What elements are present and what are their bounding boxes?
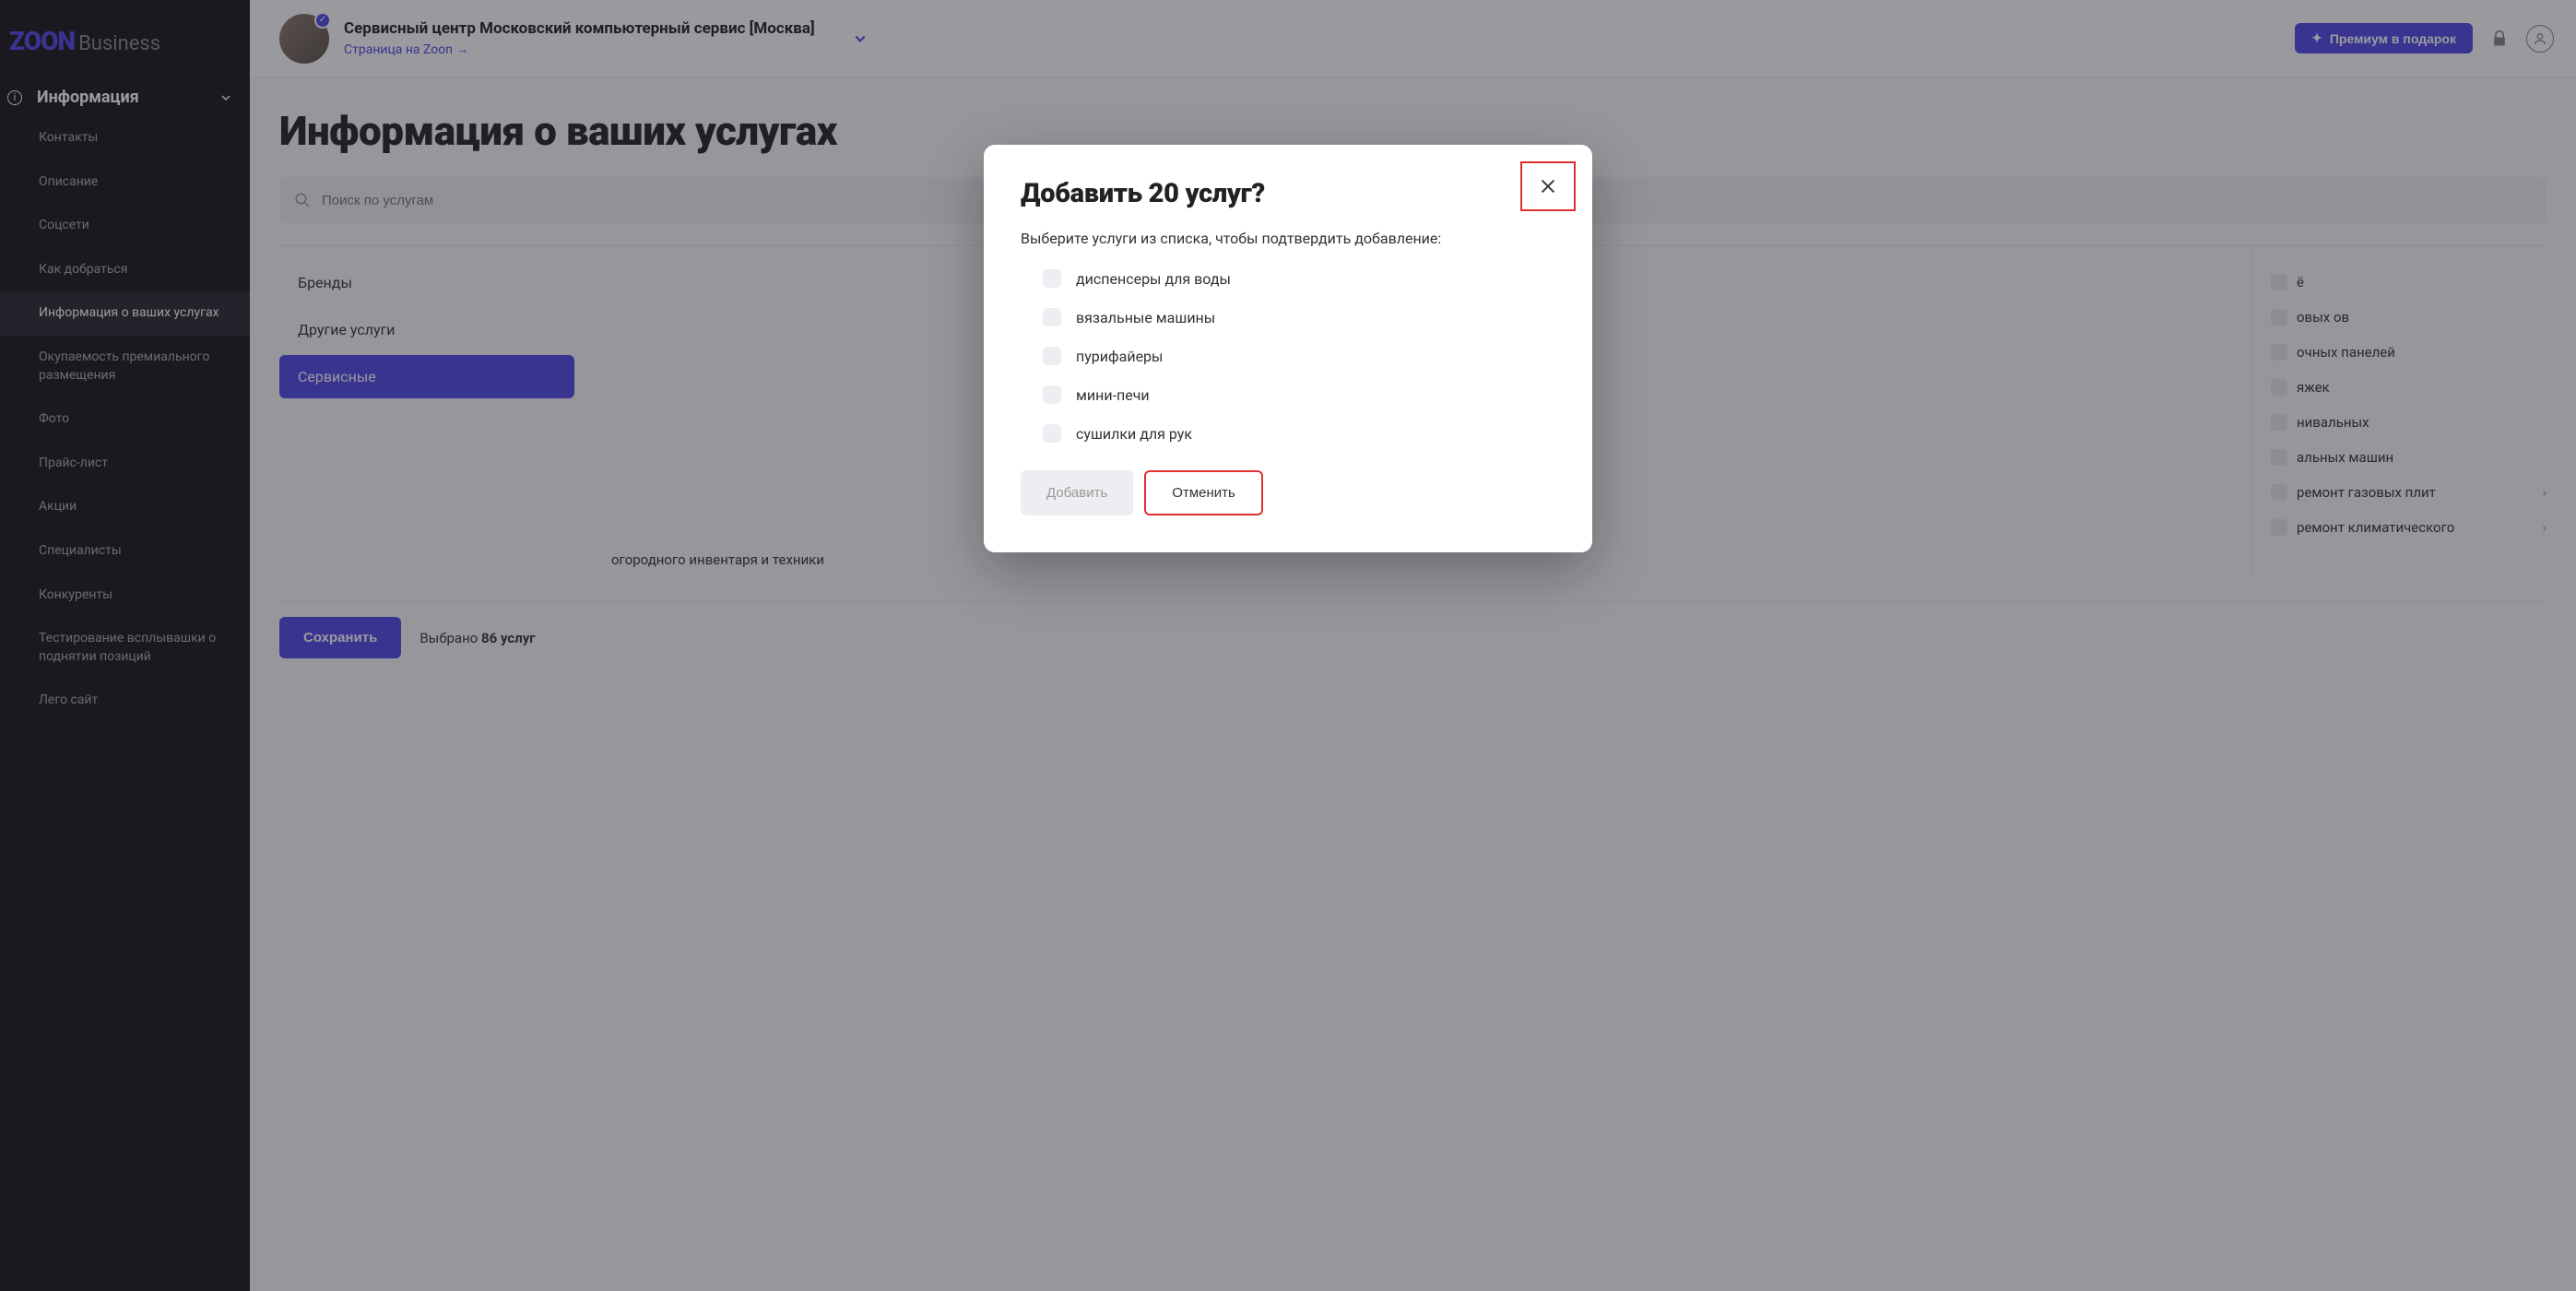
- checkbox[interactable]: [1043, 269, 1061, 288]
- modal-item[interactable]: диспенсеры для воды: [1021, 269, 1555, 288]
- modal-list: диспенсеры для воды вязальные машины пур…: [1021, 269, 1555, 443]
- modal-add-button[interactable]: Добавить: [1021, 470, 1133, 515]
- checkbox[interactable]: [1043, 424, 1061, 443]
- modal-item[interactable]: вязальные машины: [1021, 308, 1555, 326]
- checkbox[interactable]: [1043, 308, 1061, 326]
- modal-item[interactable]: пурифайеры: [1021, 347, 1555, 365]
- modal-item[interactable]: сушилки для рук: [1021, 424, 1555, 443]
- checkbox[interactable]: [1043, 385, 1061, 404]
- modal-overlay[interactable]: Добавить 20 услуг? Выберите услуги из сп…: [0, 0, 2576, 1291]
- modal-item[interactable]: мини-печи: [1021, 385, 1555, 404]
- modal-cancel-button[interactable]: Отменить: [1144, 470, 1263, 515]
- checkbox[interactable]: [1043, 347, 1061, 365]
- add-services-modal: Добавить 20 услуг? Выберите услуги из сп…: [984, 145, 1592, 552]
- modal-subtitle: Выберите услуги из списка, чтобы подтвер…: [1021, 230, 1555, 247]
- close-icon: [1538, 176, 1558, 196]
- modal-title: Добавить 20 услуг?: [1021, 178, 1555, 209]
- modal-actions: Добавить Отменить: [1021, 470, 1555, 515]
- close-button[interactable]: [1520, 161, 1576, 211]
